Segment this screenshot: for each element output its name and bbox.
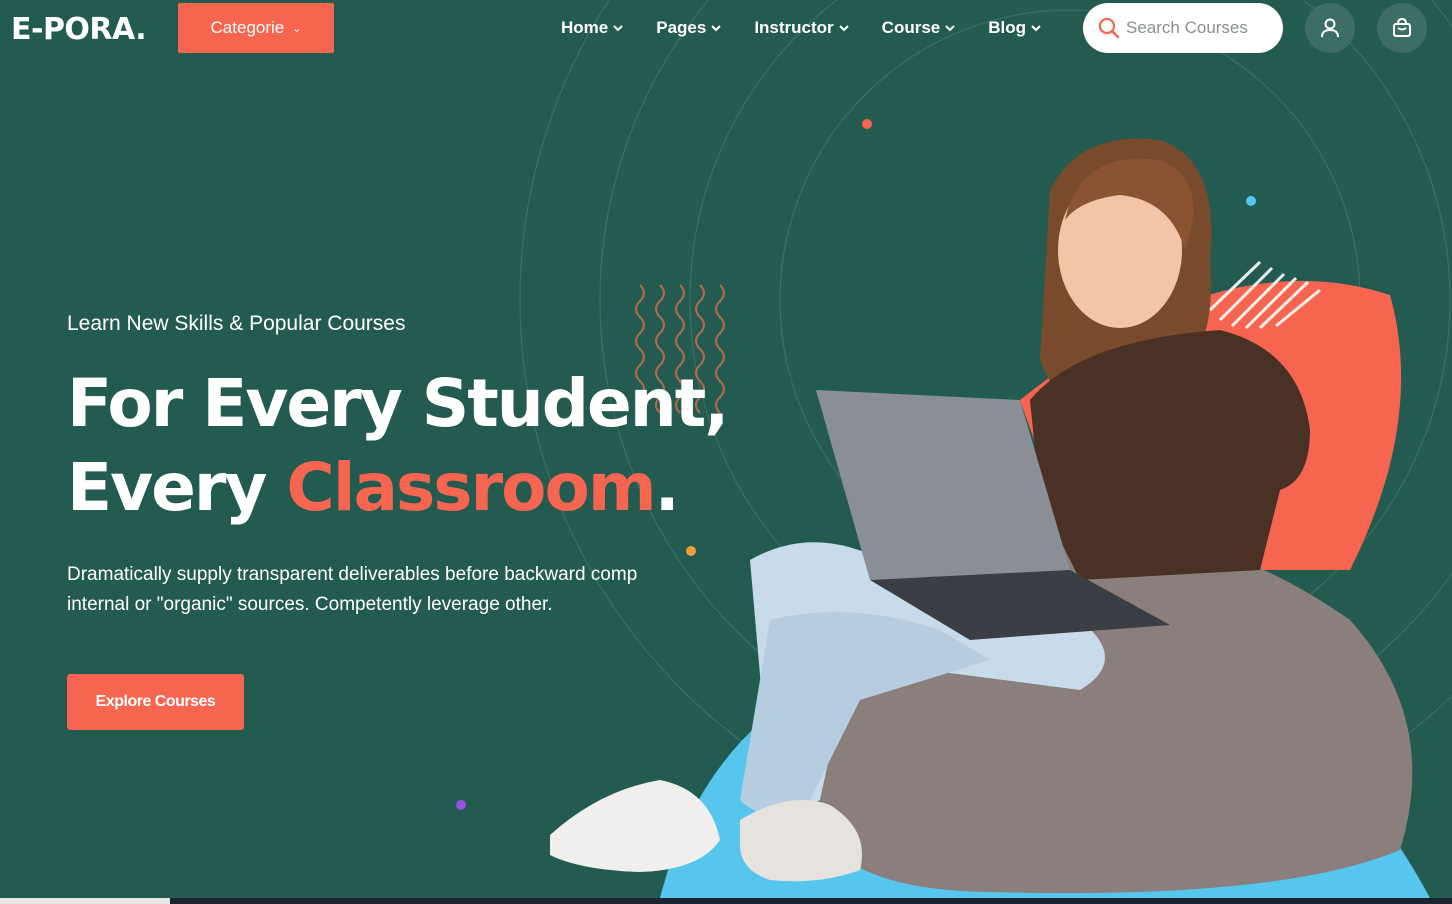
nav-label: Course [881, 18, 941, 37]
chevron-down-icon [613, 25, 623, 32]
nav-label: Home [561, 18, 609, 37]
nav-item-course[interactable]: Course [882, 14, 957, 42]
chevron-down-icon: ⌄ [292, 22, 302, 35]
scroll-segment [0, 898, 170, 904]
nav-item-pages[interactable]: Pages [656, 14, 722, 42]
user-icon [1321, 18, 1339, 38]
logo[interactable]: E-PORA. [11, 12, 147, 47]
search-icon [1098, 17, 1120, 39]
nav-label: Pages [656, 18, 707, 37]
nav-label: Instructor [754, 18, 834, 37]
search-input[interactable] [1126, 18, 1276, 38]
account-button[interactable] [1305, 3, 1355, 53]
cart-button[interactable] [1377, 3, 1427, 53]
hero-student-illustration [550, 138, 1430, 898]
nav-item-instructor[interactable]: Instructor [754, 14, 849, 42]
hero-title-plain: Every [67, 449, 287, 526]
hero-subtitle: Learn New Skills & Popular Courses [67, 312, 406, 335]
nav-label: Blog [988, 18, 1027, 37]
cart-icon [1393, 17, 1411, 37]
bottom-scroll-bar [0, 898, 1452, 904]
chevron-down-icon [711, 25, 722, 32]
chevron-down-icon [945, 25, 955, 32]
nav-item-home[interactable]: Home [561, 14, 624, 42]
category-dropdown-button[interactable]: Categorie ⌄ [178, 3, 334, 53]
category-label: Categorie [210, 18, 285, 37]
nav-item-blog[interactable]: Blog [988, 14, 1042, 42]
explore-courses-button[interactable]: Explore Courses [67, 674, 244, 730]
chevron-down-icon [838, 25, 849, 32]
main-nav: Home Pages Instructor Course Blog [561, 14, 1074, 42]
search-bar [1083, 3, 1283, 53]
chevron-down-icon [1031, 25, 1041, 32]
